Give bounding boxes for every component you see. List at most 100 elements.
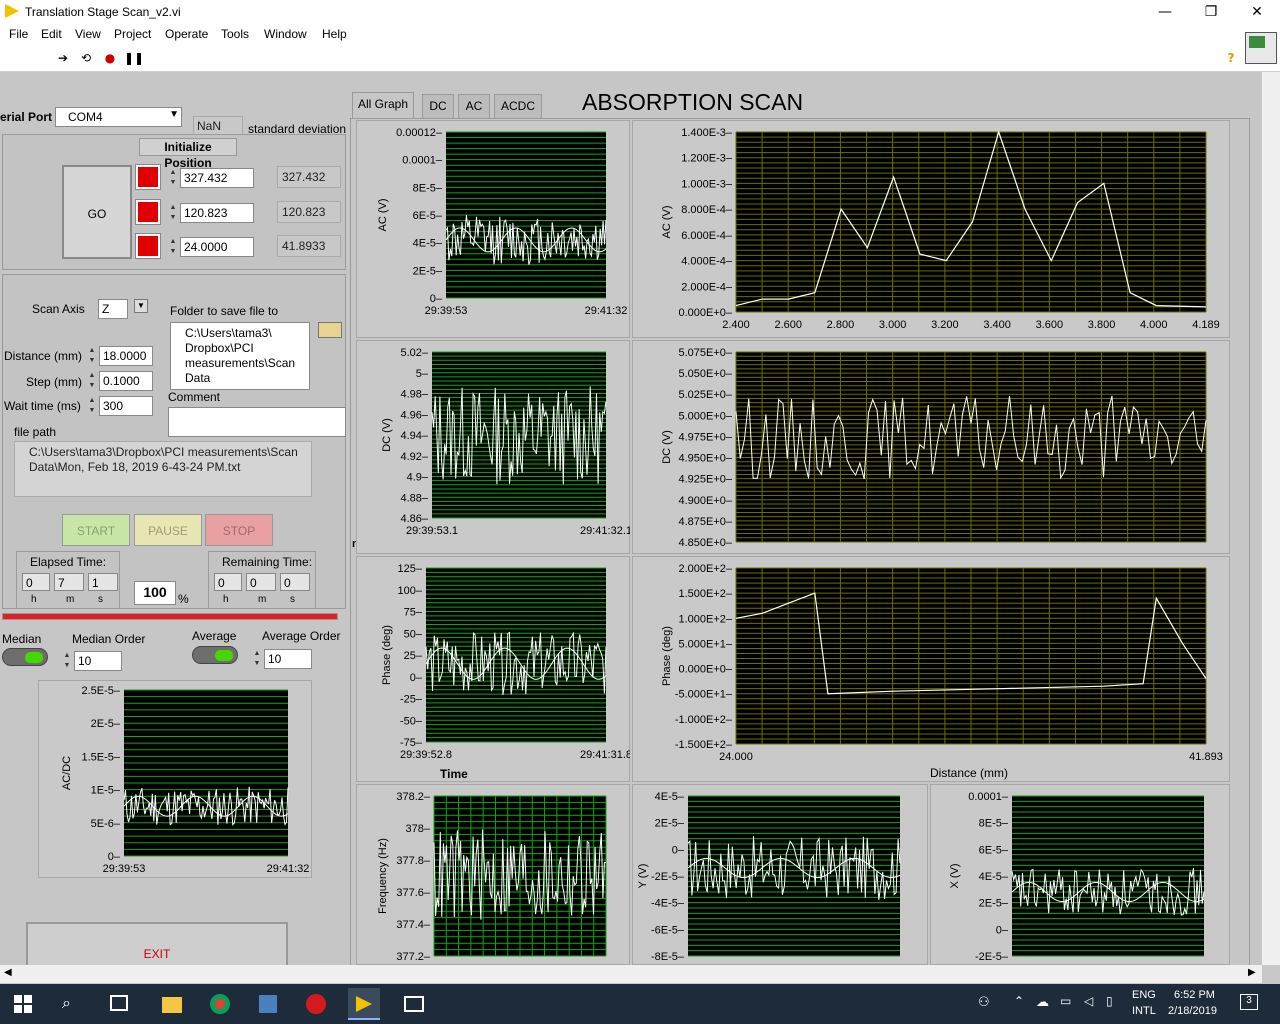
elapsed-s-unit: s	[98, 594, 103, 605]
run-continuously-icon[interactable]: ⟲	[79, 51, 93, 65]
minimize-button[interactable]: —	[1142, 0, 1188, 24]
y-tick-label: -2E-5–	[975, 951, 1009, 963]
y-tick-label: 5.050E+0–	[678, 368, 732, 380]
scan-axis-select[interactable]: Z	[98, 299, 128, 319]
battery-icon[interactable]: ▯	[1106, 994, 1113, 1008]
step-input[interactable]: 0.1000	[99, 371, 153, 391]
y-tick-label: 8E-5–	[979, 818, 1009, 830]
tab-ac[interactable]: AC	[458, 94, 490, 118]
file-path-indicator: C:\Users\tama3\Dropbox\PCI measurements\…	[14, 441, 312, 497]
menu-operate[interactable]: Operate	[165, 27, 208, 41]
average-order-spinner[interactable]: ▲ ▼	[252, 649, 262, 669]
windows-start-icon[interactable]	[14, 995, 32, 1013]
wait-spinner[interactable]: ▲ ▼	[87, 396, 97, 416]
labview-taskbar-icon[interactable]	[348, 988, 380, 1020]
input-language-2[interactable]: INTL	[1132, 1005, 1156, 1017]
step-spinner[interactable]: ▲ ▼	[87, 371, 97, 391]
chrome-icon[interactable]	[204, 988, 236, 1020]
stop-button[interactable]: STOP	[205, 514, 273, 546]
tab-dc[interactable]: DC	[422, 94, 454, 118]
tray-chevron-icon[interactable]: ⌃	[1014, 994, 1024, 1008]
dropdown-arrow-icon[interactable]: ▼	[169, 109, 179, 120]
search-icon[interactable]: ⌕	[62, 993, 71, 1013]
abort-icon[interactable]: ●	[103, 51, 117, 65]
menu-window[interactable]: Window	[264, 27, 307, 41]
menu-view[interactable]: View	[75, 27, 101, 41]
clock-date[interactable]: 2/18/2019	[1168, 1005, 1217, 1017]
y-tick-label: 4.875E+0–	[678, 516, 732, 528]
elapsed-h-unit: h	[31, 594, 37, 605]
y-tick-label: 4.950E+0–	[678, 453, 732, 465]
initialize-position-button[interactable]: Initialize Position	[139, 138, 237, 170]
image-viewer-icon[interactable]	[398, 988, 430, 1020]
spinner-1[interactable]: ▲ ▼	[168, 168, 178, 188]
network-icon[interactable]: ▭	[1060, 994, 1071, 1008]
plot-area	[124, 690, 288, 856]
tab-acdc[interactable]: ACDC	[494, 94, 542, 118]
scan-axis-dropdown-icon[interactable]: ▼	[134, 299, 148, 313]
go-button[interactable]: GO	[62, 165, 132, 259]
y-tick-label: 0.000E+0–	[678, 307, 732, 319]
horizontal-scrollbar[interactable]: ◀ ▶	[0, 965, 1262, 983]
y-tick-label: 4.850E+0–	[678, 537, 732, 549]
onedrive-icon[interactable]: ☁	[1036, 994, 1049, 1010]
pause-button[interactable]: PAUSE	[134, 514, 202, 546]
help-question-icon[interactable]: ?	[1224, 51, 1238, 65]
run-arrow-icon[interactable]: ➔	[56, 51, 70, 65]
average-toggle[interactable]	[192, 646, 238, 664]
menu-project[interactable]: Project	[114, 27, 151, 41]
y-tick-label: 5.000E+1–	[678, 638, 732, 650]
close-button[interactable]: ✕	[1234, 0, 1280, 24]
toolbar: ➔ ⟲ ● ❚❚ ?	[0, 32, 1280, 72]
menu-edit[interactable]: Edit	[41, 27, 62, 41]
menu-help[interactable]: Help	[322, 27, 347, 41]
input-language-1[interactable]: ENG	[1132, 989, 1156, 1001]
volume-icon[interactable]: ◁	[1084, 994, 1093, 1008]
position-1-input[interactable]: 327.432	[180, 168, 254, 188]
median-toggle[interactable]	[2, 648, 48, 666]
clock-time[interactable]: 6:52 PM	[1174, 989, 1215, 1001]
wait-time-input[interactable]: 300	[99, 396, 153, 416]
y-tick-label: 5.025E+0–	[678, 389, 732, 401]
comment-input[interactable]	[168, 407, 346, 437]
y-tick-label: -6E-5–	[651, 924, 685, 936]
y-tick-label: 1.200E-3–	[681, 153, 733, 165]
folder-browse-icon[interactable]	[318, 322, 342, 338]
pause-icon[interactable]: ❚❚	[124, 51, 144, 65]
distance-spinner[interactable]: ▲ ▼	[87, 346, 97, 366]
tab-all-graph[interactable]: All Graph	[352, 92, 414, 118]
y-tick-label: -4E-5–	[651, 898, 685, 910]
spinner-3[interactable]: ▲ ▼	[168, 237, 178, 257]
task-view-icon[interactable]	[110, 995, 128, 1011]
menu-tools[interactable]: Tools	[221, 27, 249, 41]
distance-input[interactable]: 18.0000	[99, 346, 153, 366]
app-icon-red[interactable]	[300, 988, 332, 1020]
position-2-input[interactable]: 120.823	[180, 203, 254, 223]
y-tick-label: 377.4–	[396, 919, 431, 931]
y-tick-label: 100–	[398, 585, 423, 597]
y-tick-label: 5–	[416, 368, 429, 380]
file-explorer-icon[interactable]	[156, 988, 188, 1020]
position-3-input[interactable]: 24.0000	[180, 237, 254, 257]
median-order-input[interactable]: 10	[74, 651, 122, 671]
start-button[interactable]: START	[62, 514, 130, 546]
x-tick-label: 29:39:52.8	[400, 749, 452, 761]
folder-path-input[interactable]: C:\Users\tama3\ Dropbox\PCI measurements…	[170, 322, 310, 390]
notifications-icon[interactable]: 3	[1240, 994, 1258, 1010]
exit-button[interactable]: EXIT	[26, 922, 288, 965]
spinner-2[interactable]: ▲ ▼	[168, 203, 178, 223]
scroll-right-icon[interactable]: ▶	[1248, 967, 1256, 978]
menu-file[interactable]: File	[9, 27, 28, 41]
photos-icon[interactable]	[252, 988, 284, 1020]
scroll-left-icon[interactable]: ◀	[4, 967, 12, 978]
vertical-scrollbar[interactable]	[1262, 72, 1280, 965]
y-tick-label: 0.0001–	[968, 791, 1009, 803]
x-graph: 0.0001– 8E-5– 6E-5– 4E-5– 2E-5– 0– -2E-5– X (V)	[930, 784, 1230, 965]
people-icon[interactable]: ⚇	[978, 994, 990, 1010]
title-bar: Translation Stage Scan_v2.vi — ❐ ✕	[0, 0, 1280, 24]
restore-button[interactable]: ❐	[1188, 0, 1234, 24]
serial-port-select[interactable]: COM4 ▼	[55, 107, 182, 127]
average-order-input[interactable]: 10	[264, 649, 312, 669]
x-tick-label: 2.800	[827, 319, 855, 331]
median-order-spinner[interactable]: ▲ ▼	[62, 651, 72, 671]
